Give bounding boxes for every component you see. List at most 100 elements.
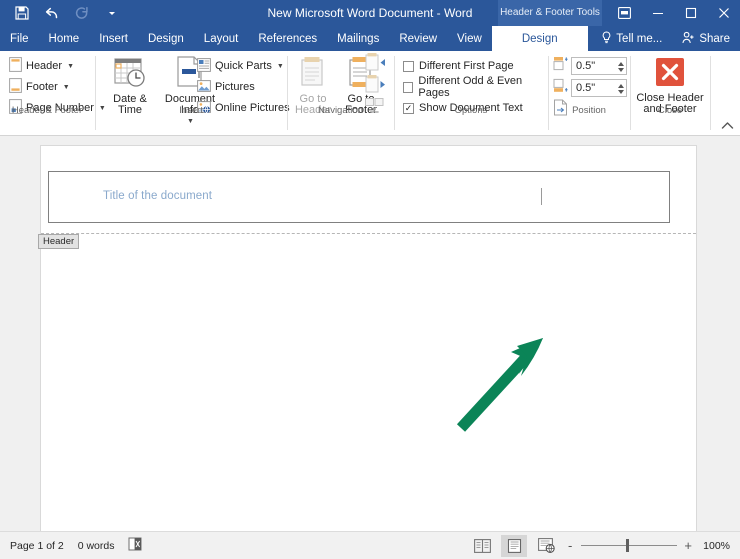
zoom-track[interactable] xyxy=(581,539,678,552)
collapse-ribbon-button[interactable] xyxy=(721,121,734,133)
different-first-page-checkbox[interactable]: Different First Page xyxy=(403,57,514,75)
share-button[interactable]: Share xyxy=(672,26,740,51)
word-count[interactable]: 0 words xyxy=(78,540,115,552)
tab-home[interactable]: Home xyxy=(39,26,90,51)
chevron-down-icon[interactable]: ▼ xyxy=(187,116,194,127)
text-cursor xyxy=(541,188,542,205)
footer-page-icon xyxy=(9,78,22,96)
web-layout-icon[interactable] xyxy=(533,535,559,557)
document-page[interactable]: Title of the document Header xyxy=(38,146,696,531)
zoom-thumb[interactable] xyxy=(626,539,630,552)
header-title-text[interactable]: Title of the document xyxy=(103,190,212,202)
pictures-label: Pictures xyxy=(215,81,255,93)
spinner-down-icon[interactable] xyxy=(618,90,624,94)
footer-from-bottom-icon xyxy=(553,78,568,98)
footer-button[interactable]: Footer ▼ xyxy=(6,77,73,97)
ribbon-display-options-icon[interactable] xyxy=(608,0,641,26)
footer-label: Footer xyxy=(26,81,58,93)
ribbon-group-navigation: Go to Header Go to Footer Navigation xyxy=(288,51,393,136)
checkbox-box[interactable] xyxy=(403,60,414,72)
previous-section-button[interactable] xyxy=(364,52,386,75)
print-layout-icon[interactable] xyxy=(501,534,528,557)
header-boundary-line xyxy=(41,233,696,234)
tab-layout[interactable]: Layout xyxy=(194,26,249,51)
quick-parts-button[interactable]: Quick Parts ▼ xyxy=(194,56,287,76)
undo-icon[interactable] xyxy=(38,1,66,25)
zoom-track-line xyxy=(581,545,678,546)
chevron-down-icon[interactable]: ▼ xyxy=(277,63,284,70)
spinner-arrows[interactable] xyxy=(618,80,624,98)
header-from-top-input[interactable]: 0.5" xyxy=(571,57,627,75)
read-mode-icon[interactable] xyxy=(469,535,495,557)
tab-design[interactable]: Design xyxy=(138,26,194,51)
group-title-options: Options xyxy=(454,105,488,116)
previous-section-icon xyxy=(364,52,386,75)
tell-me-label: Tell me... xyxy=(616,32,663,45)
close-icon[interactable] xyxy=(707,0,740,26)
save-icon[interactable] xyxy=(8,1,36,25)
tab-references[interactable]: References xyxy=(248,26,327,51)
minimize-icon[interactable] xyxy=(641,0,674,26)
zoom-slider[interactable]: - + 100% xyxy=(565,539,730,552)
next-section-button[interactable] xyxy=(364,74,386,97)
customize-quick-access-icon[interactable] xyxy=(98,1,126,25)
spinner-arrows[interactable] xyxy=(618,58,624,76)
tab-review[interactable]: Review xyxy=(389,26,447,51)
tab-insert[interactable]: Insert xyxy=(89,26,138,51)
status-bar: Page 1 of 2 0 words - + 100% xyxy=(0,531,740,559)
proofing-errors-icon[interactable] xyxy=(128,537,142,554)
restore-icon[interactable] xyxy=(674,0,707,26)
calendar-clock-icon xyxy=(114,56,146,91)
ribbon-tab-strip: File Home Insert Design Layout Reference… xyxy=(0,26,740,51)
footer-from-bottom-input[interactable]: 0.5" xyxy=(571,79,627,97)
tab-file[interactable]: File xyxy=(0,26,39,51)
chevron-down-icon[interactable]: ▼ xyxy=(67,63,74,70)
spinner-up-icon[interactable] xyxy=(618,84,624,88)
group-title-navigation: Navigation xyxy=(318,105,363,116)
ribbon-group-position: 0.5" 0.5" Position xyxy=(549,51,629,136)
share-label: Share xyxy=(699,32,730,45)
header-button[interactable]: Header ▼ xyxy=(6,56,77,76)
quick-parts-label: Quick Parts xyxy=(215,60,272,72)
page-indicator[interactable]: Page 1 of 2 xyxy=(10,540,64,552)
ribbon-group-insert: Date & Time Document Info ▼ Quick Parts … xyxy=(96,51,290,136)
contextual-tools-label: Header & Footer Tools xyxy=(500,7,600,18)
pictures-button[interactable]: Pictures xyxy=(194,77,258,97)
header-label: Header xyxy=(26,60,63,72)
zoom-in-button[interactable]: + xyxy=(683,539,693,552)
header-from-top-value: 0.5" xyxy=(576,60,596,72)
checkbox-box[interactable] xyxy=(403,81,414,93)
different-odd-even-pages-checkbox[interactable]: Different Odd & Even Pages xyxy=(403,75,547,99)
next-section-icon xyxy=(364,74,386,97)
zoom-out-button[interactable]: - xyxy=(565,539,575,552)
header-from-top-icon xyxy=(553,56,568,76)
tell-me-search[interactable]: Tell me... xyxy=(591,26,672,51)
different-first-page-label: Different First Page xyxy=(419,60,514,72)
tab-mailings[interactable]: Mailings xyxy=(327,26,389,51)
window-controls xyxy=(608,0,740,26)
document-canvas[interactable]: Title of the document Header xyxy=(0,136,740,531)
quick-parts-icon xyxy=(197,57,211,75)
go-to-header-icon xyxy=(298,56,328,91)
close-header-footer-icon xyxy=(655,57,685,90)
title-bar: New Microsoft Word Document - Word Heade… xyxy=(0,0,740,26)
status-bar-right: - + 100% xyxy=(469,534,740,557)
chevron-down-icon[interactable]: ▼ xyxy=(63,84,70,91)
redo-icon[interactable] xyxy=(68,1,96,25)
spinner-up-icon[interactable] xyxy=(618,62,624,66)
tab-view[interactable]: View xyxy=(447,26,492,51)
quick-access-toolbar xyxy=(0,0,126,26)
ribbon-group-options: Different First Page Different Odd & Eve… xyxy=(395,51,547,136)
group-title-close: Close xyxy=(657,105,683,116)
group-title-insert: Insert xyxy=(179,105,203,116)
zoom-level-label[interactable]: 100% xyxy=(703,540,730,552)
spinner-down-icon[interactable] xyxy=(618,68,624,72)
word-window: New Microsoft Word Document - Word Heade… xyxy=(0,0,740,559)
tab-header-footer-design[interactable]: Design xyxy=(491,26,588,51)
header-page-icon xyxy=(9,57,22,75)
different-odd-even-label: Different Odd & Even Pages xyxy=(418,75,523,99)
header-tag-label: Header xyxy=(38,234,80,249)
group-divider xyxy=(710,56,711,130)
ribbon: Header ▼ Footer ▼ Page Number ▼ Header &… xyxy=(0,51,740,136)
lightbulb-icon xyxy=(601,30,612,47)
